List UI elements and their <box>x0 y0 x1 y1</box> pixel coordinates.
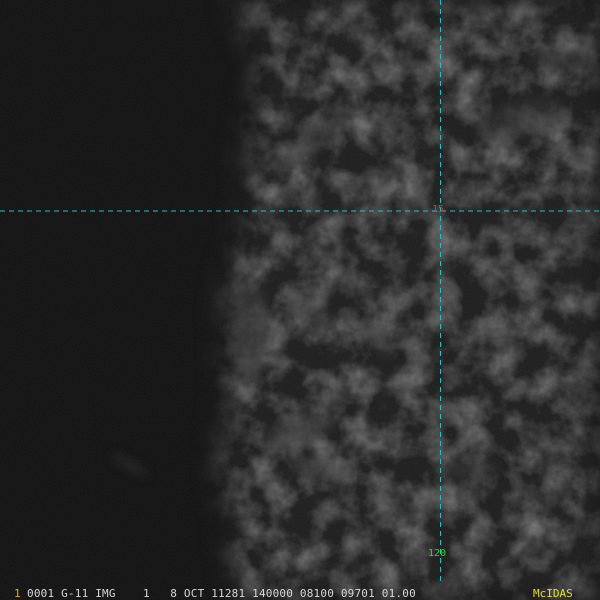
status-bar: 1 0001 G-11 IMG 1 8 OCT 11281 140000 081… <box>0 587 600 600</box>
mcidas-brand-label: McIDAS <box>533 587 573 600</box>
sensor-noise <box>0 0 600 600</box>
image-metadata-text: 0001 G-11 IMG 1 8 OCT 11281 140000 08100… <box>27 587 416 600</box>
longitude-label: 120 <box>428 548 447 559</box>
satellite-image <box>0 0 600 600</box>
frame-number: 1 <box>14 587 21 600</box>
latitude-label: 15 <box>432 204 445 215</box>
